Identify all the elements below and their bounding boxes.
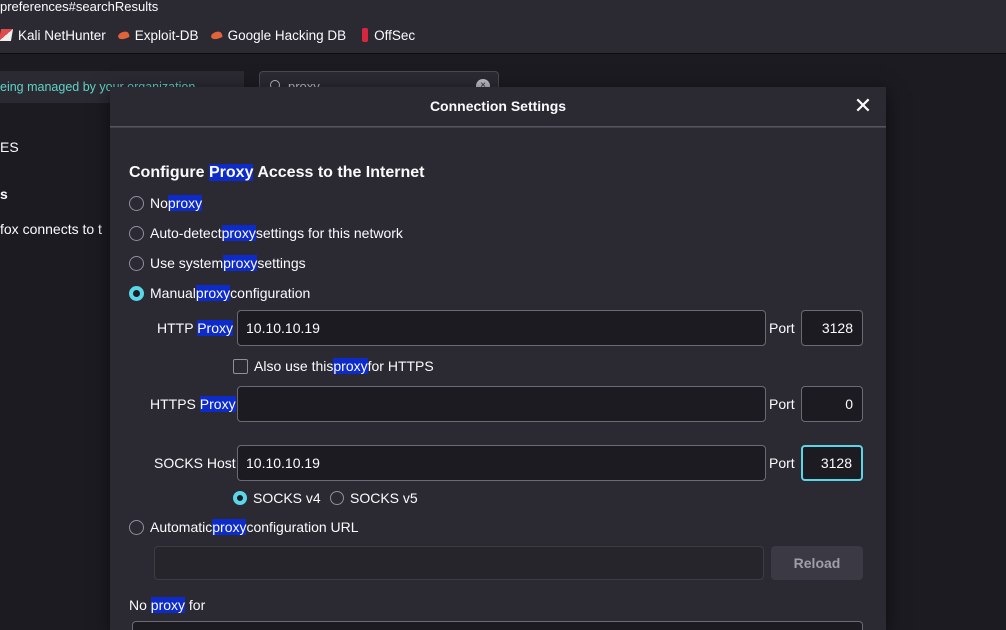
radio-manual-proxy[interactable]: Manual proxy configuration — [129, 285, 310, 301]
option-label-post: settings — [257, 255, 306, 271]
option-label: Auto-detect — [150, 225, 222, 241]
bookmark-label: Exploit-DB — [134, 27, 199, 43]
http-port-input[interactable]: 3128 — [801, 310, 863, 346]
url-text: preferences#searchResults — [0, 0, 159, 14]
search-highlight: proxy — [195, 285, 231, 301]
search-highlight: Proxy — [199, 396, 236, 412]
bookmark-kali-nethunter[interactable]: Kali NetHunter — [0, 28, 106, 43]
section-description-fragment: fox connects to t — [0, 221, 102, 237]
option-label: SOCKS v4 — [253, 490, 321, 506]
label-pre: HTTP — [157, 320, 198, 336]
url-bar-fragment[interactable]: preferences#searchResults — [0, 0, 1006, 17]
socks-host-input[interactable]: 10.10.10.19 — [237, 445, 766, 481]
radio-indicator[interactable] — [129, 195, 144, 211]
also-use-for-https-checkbox[interactable]: Also use this proxy for HTTPS — [233, 358, 434, 374]
radio-indicator[interactable] — [129, 519, 144, 535]
search-highlight: proxy — [212, 519, 247, 535]
heading-post: Access to the Internet — [253, 164, 425, 181]
http-proxy-input[interactable]: 10.10.10.19 — [237, 310, 766, 346]
radio-socks-v5[interactable]: SOCKS v5 — [330, 490, 418, 506]
search-highlight: proxy — [150, 597, 186, 613]
dialog-title: Connection Settings — [429, 98, 567, 114]
radio-no-proxy[interactable]: No proxy — [129, 195, 203, 211]
radio-system-proxy[interactable]: Use system proxy settings — [129, 255, 306, 271]
close-icon[interactable]: ✕ — [852, 95, 874, 118]
bookmark-label: OffSec — [374, 27, 416, 43]
option-label: SOCKS v5 — [350, 490, 418, 506]
radio-indicator[interactable] — [129, 255, 144, 271]
exploit-db-icon — [116, 29, 130, 41]
option-label: No — [150, 195, 168, 211]
radio-indicator[interactable] — [330, 491, 344, 505]
radio-auto-config-url[interactable]: Automatic proxy configuration URL — [129, 519, 359, 535]
auto-config-url-input[interactable] — [154, 546, 764, 580]
option-label: Manual — [150, 285, 196, 301]
option-label-post: configuration — [230, 285, 311, 301]
socks-port-input[interactable]: 3128 — [801, 445, 863, 481]
bookmark-label: Google Hacking DB — [227, 27, 347, 43]
https-proxy-label: HTTPS Proxy — [150, 396, 236, 412]
search-highlight: proxy — [221, 225, 256, 241]
option-label: Automatic — [150, 519, 213, 535]
connection-settings-dialog: Connection Settings ✕ Configure Proxy Ac… — [110, 87, 886, 630]
no-proxy-for-label: No proxy for — [129, 597, 205, 613]
radio-indicator-selected[interactable] — [233, 491, 247, 505]
kali-icon — [0, 29, 14, 41]
radio-indicator-selected[interactable] — [129, 285, 144, 301]
radio-socks-v4[interactable]: SOCKS v4 — [233, 490, 321, 506]
socks-host-label: SOCKS Host — [154, 455, 236, 471]
checkbox-label-post: for HTTPS — [367, 358, 434, 374]
https-port-label: Port — [769, 396, 795, 412]
dialog-body: Configure Proxy Access to the Internet N… — [110, 128, 886, 630]
bookmark-label: Kali NetHunter — [18, 27, 106, 43]
http-port-label: Port — [769, 320, 795, 336]
checkbox-label: Also use this — [254, 358, 334, 374]
checkbox-indicator[interactable] — [233, 358, 248, 374]
bookmark-offsec[interactable]: OffSec — [358, 28, 415, 43]
search-highlight: proxy — [223, 255, 258, 271]
label-pre: No — [129, 597, 151, 613]
reload-button[interactable]: Reload — [771, 546, 863, 580]
ghdb-icon — [209, 29, 223, 41]
bookmarks-toolbar: Kali NetHunter Exploit-DB Google Hacking… — [0, 17, 1006, 54]
radio-indicator[interactable] — [129, 225, 144, 241]
search-highlight: Proxy — [197, 320, 233, 336]
option-label-post: settings for this network — [255, 225, 403, 241]
section-subheading-fragment: s — [0, 186, 8, 202]
radio-auto-detect[interactable]: Auto-detect proxy settings for this netw… — [129, 225, 403, 241]
https-proxy-input[interactable] — [237, 386, 766, 422]
bookmark-exploit-db[interactable]: Exploit-DB — [116, 27, 199, 43]
option-label-post: configuration URL — [246, 519, 359, 535]
section-heading-fragment: ES — [0, 139, 19, 155]
http-proxy-label: HTTP Proxy — [157, 320, 233, 336]
heading-highlight: Proxy — [209, 164, 254, 181]
dialog-header: Connection Settings ✕ — [110, 87, 886, 127]
option-label: Use system — [150, 255, 224, 271]
socks-port-label: Port — [769, 455, 795, 471]
bookmark-google-hacking-db[interactable]: Google Hacking DB — [209, 27, 347, 43]
no-proxy-for-input[interactable] — [132, 621, 863, 630]
search-highlight: proxy — [333, 358, 368, 374]
label-pre: HTTPS — [150, 396, 200, 412]
heading-pre: Configure — [129, 164, 209, 181]
section-heading: Configure Proxy Access to the Internet — [129, 164, 424, 182]
offsec-icon — [362, 28, 369, 42]
https-port-input[interactable]: 0 — [801, 386, 863, 422]
search-highlight: proxy — [167, 195, 203, 211]
label-post: for — [185, 597, 206, 613]
